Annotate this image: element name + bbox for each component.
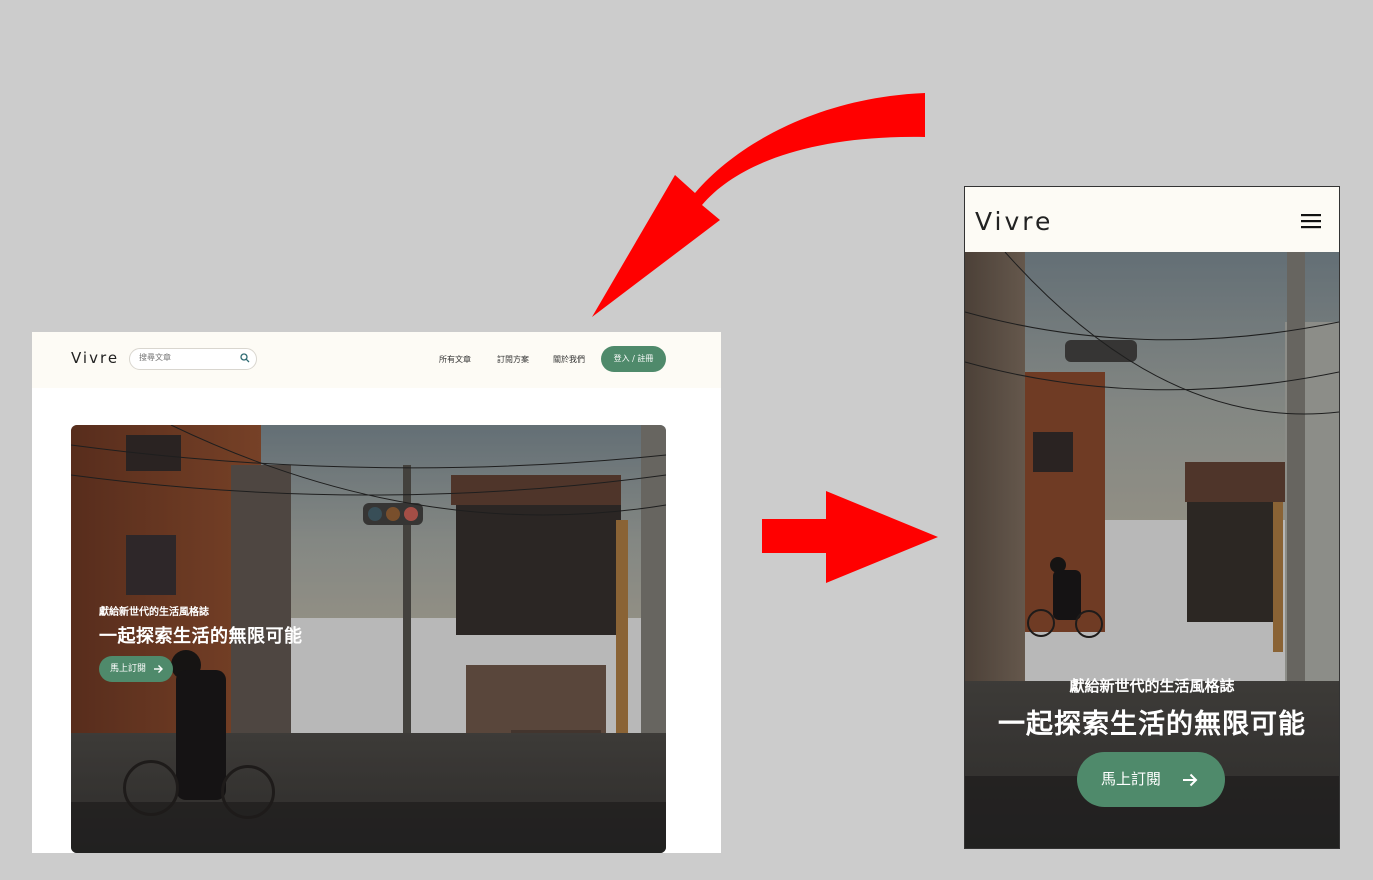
search-input[interactable] bbox=[139, 351, 235, 364]
desktop-hero-image: 獻給新世代的生活風格誌 一起探索生活的無限可能 馬上訂閱 bbox=[71, 425, 666, 853]
nav-subscription-plans[interactable]: 訂閱方案 bbox=[497, 354, 529, 365]
search-icon[interactable] bbox=[240, 353, 250, 363]
mobile-hero-image: 獻給新世代的生活風格誌 一起探索生活的無限可能 馬上訂閱 bbox=[965, 252, 1339, 848]
desktop-header: Vivre 所有文章 訂閱方案 關於我們 登入 / 註冊 bbox=[32, 332, 721, 388]
mobile-hero-subtitle: 獻給新世代的生活風格誌 bbox=[1069, 677, 1235, 695]
curved-arrow-icon bbox=[592, 93, 925, 317]
mobile-subscribe-button[interactable]: 馬上訂閱 bbox=[1077, 752, 1225, 807]
hamburger-menu-icon[interactable] bbox=[1301, 213, 1321, 229]
arrow-right-icon bbox=[154, 665, 163, 673]
nav-all-articles[interactable]: 所有文章 bbox=[439, 354, 471, 365]
desktop-hero-title: 一起探索生活的無限可能 bbox=[99, 626, 303, 647]
nav-about-us[interactable]: 關於我們 bbox=[553, 354, 585, 365]
desktop-screenshot: Vivre 所有文章 訂閱方案 關於我們 登入 / 註冊 bbox=[32, 332, 721, 853]
mobile-subscribe-label: 馬上訂閱 bbox=[1101, 770, 1162, 788]
arrow-right-icon bbox=[1183, 773, 1198, 787]
desktop-search-box[interactable] bbox=[129, 348, 257, 370]
desktop-logo[interactable]: Vivre bbox=[71, 349, 119, 367]
mobile-header: Vivre bbox=[965, 187, 1339, 252]
mobile-hero-title: 一起探索生活的無限可能 bbox=[998, 709, 1306, 740]
desktop-subscribe-button[interactable]: 馬上訂閱 bbox=[99, 656, 173, 682]
desktop-subscribe-label: 馬上訂閱 bbox=[110, 664, 147, 674]
desktop-hero-subtitle: 獻給新世代的生活風格誌 bbox=[99, 607, 209, 618]
mobile-logo[interactable]: Vivre bbox=[975, 207, 1053, 236]
login-register-button[interactable]: 登入 / 註冊 bbox=[601, 346, 666, 372]
right-arrow-icon bbox=[762, 491, 938, 583]
mobile-screenshot: Vivre 獻給新世代的生活風格誌 一起探索生活的無限可能 馬上訂閱 bbox=[964, 186, 1340, 849]
